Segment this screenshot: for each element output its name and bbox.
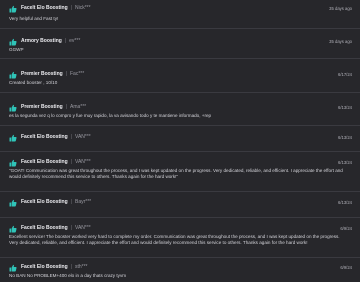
review-date: 6/17/24 [338,72,352,77]
thumbs-up-icon [9,159,17,167]
separator: | [70,225,72,231]
review-user: Nick*** [74,5,91,11]
thumbs-up-icon [9,104,17,112]
review-user: sth*** [74,264,88,270]
review-header: Facelt Elo Boosting | VAN*** 6/9/24 [9,224,352,233]
review-text: GGWP [9,47,24,52]
review-text: No BAN No PROBLEM+400 elo in a day thats… [9,273,127,278]
review-user: VAN*** [74,134,91,140]
review-header: Facelt Elo Boosting | Bayr*** 6/13/24 [9,198,352,207]
review-booster[interactable]: Facelt Elo Boosting [21,4,68,13]
review-header: Armory Boosting | ev*** 35 days ago [9,37,352,46]
review-booster[interactable]: Facelt Elo Boosting [21,198,68,207]
review-date: 6/13/24 [338,160,352,165]
thumbs-up-icon [9,71,17,79]
thumbs-up-icon [9,38,17,46]
separator: | [64,38,67,44]
review-user: ev*** [69,38,81,44]
review-booster[interactable]: Premier Boosting [21,70,63,79]
review-user: Bayr*** [74,199,92,205]
review-user: VAN*** [74,225,91,231]
review-item: Premier Boosting | Fac*** 6/17/24 Create… [0,66,360,93]
separator: | [70,5,72,11]
review-text: Created booster , 10/10 [9,80,58,85]
review-header: Facelt Elo Boosting | VAN*** 6/13/24 [9,133,352,142]
separator: | [70,264,72,270]
review-booster[interactable]: Premier Boosting [21,103,63,112]
separator: | [70,159,72,165]
thumbs-up-icon [9,225,17,233]
thumbs-up-icon [9,264,17,272]
thumbs-up-icon [9,199,17,207]
review-user: Ama*** [70,104,87,110]
separator: | [65,104,67,110]
separator: | [65,71,67,77]
review-text: es la segunda vez q lo compro y fue muy … [9,113,212,118]
review-booster[interactable]: Armory Boosting [21,37,62,46]
review-text: "GOAT! Communication was great throughou… [9,168,343,180]
review-item: Armory Boosting | ev*** 35 days ago GGWP [0,33,360,59]
review-date: 35 days ago [329,39,352,44]
review-item: Premier Boosting | Ama*** 6/13/24 es la … [0,99,360,126]
review-date: 6/13/24 [338,105,352,110]
reviews-list: Facelt Elo Boosting | Nick*** 35 days ag… [0,0,360,282]
review-item: Facelt Elo Boosting | sth*** 6/9/24 No B… [0,261,360,282]
review-item: Facelt Elo Boosting | VAN*** 6/13/24 "GO… [0,156,360,192]
review-date: 6/13/24 [338,200,352,205]
review-booster[interactable]: Facelt Elo Boosting [21,263,68,272]
review-header: Facelt Elo Boosting | VAN*** 6/13/24 [9,158,352,167]
thumbs-up-icon [9,134,17,142]
review-booster[interactable]: Facelt Elo Boosting [21,224,68,233]
review-item: Facelt Elo Boosting | VAN*** 6/9/24 Exce… [0,222,360,258]
review-header: Premier Boosting | Ama*** 6/13/24 [9,103,352,112]
review-booster[interactable]: Facelt Elo Boosting [21,133,68,142]
review-item: Facelt Elo Boosting | Nick*** 35 days ag… [0,0,360,29]
review-header: Facelt Elo Boosting | Nick*** 35 days ag… [9,4,352,13]
review-date: 35 days ago [329,6,352,11]
review-header: Premier Boosting | Fac*** 6/17/24 [9,70,352,79]
review-header: Facelt Elo Boosting | sth*** 6/9/24 [9,263,352,272]
review-user: Fac*** [70,71,85,77]
review-date: 6/9/24 [340,226,352,231]
review-text: Very helpful and Fast ty! [9,16,59,21]
separator: | [70,134,72,140]
review-date: 6/13/24 [338,135,352,140]
review-item: Facelt Elo Boosting | Bayr*** 6/13/24 [0,196,360,218]
review-text: Excellent service! The booster worked ve… [9,234,340,246]
thumbs-up-icon [9,5,17,13]
review-booster[interactable]: Facelt Elo Boosting [21,158,68,167]
review-user: VAN*** [74,159,91,165]
review-date: 6/9/24 [340,265,352,270]
review-item: Facelt Elo Boosting | VAN*** 6/13/24 [0,131,360,152]
separator: | [70,199,72,205]
